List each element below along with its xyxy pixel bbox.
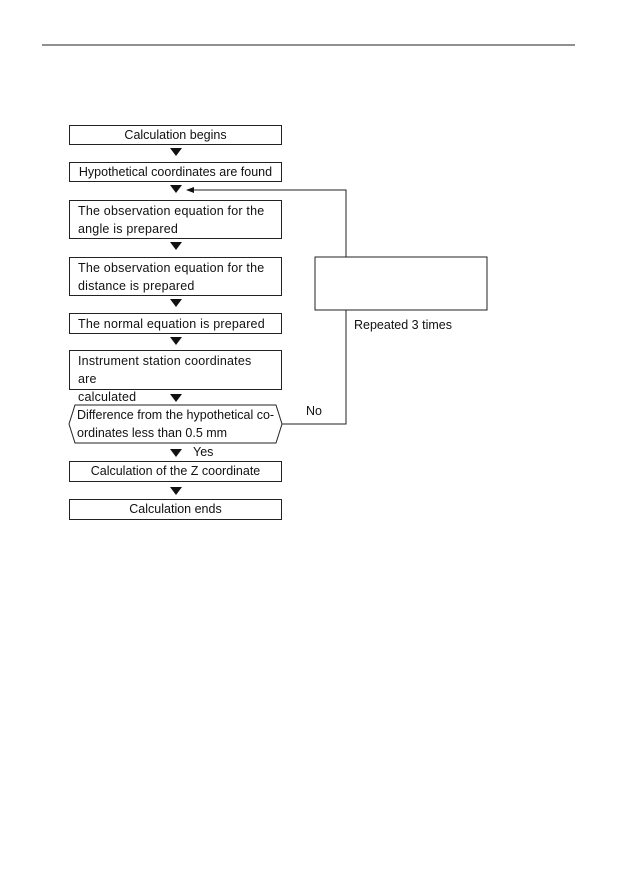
step-calculation-ends: Calculation ends: [69, 499, 282, 520]
yes-label: Yes: [193, 445, 214, 459]
step-distance-equation: The observation equation for the distanc…: [69, 257, 282, 296]
step-calculation-begins: Calculation begins: [69, 125, 282, 145]
arrow-down-icon: [170, 487, 182, 495]
loop-box: [314, 256, 488, 311]
decision-text: Difference from the hypothetical co- ord…: [77, 406, 277, 442]
step-angle-equation: The observation equation for the angle i…: [69, 200, 282, 239]
step-line: The observation equation for the: [78, 204, 265, 218]
manual-page: Calculation begins Hypothetical coordina…: [0, 0, 630, 893]
step-line: distance is prepared: [78, 279, 195, 293]
step-z-coordinate: Calculation of the Z coordinate: [69, 461, 282, 482]
arrow-down-icon: [170, 299, 182, 307]
step-line: Instrument station coordinates are: [78, 354, 252, 386]
step-hypothetical-coordinates: Hypothetical coordinates are found: [69, 162, 282, 182]
step-line: angle is prepared: [78, 222, 178, 236]
arrow-down-icon: [170, 337, 182, 345]
arrow-down-icon: [170, 242, 182, 250]
arrow-down-icon: [170, 185, 182, 193]
step-normal-equation: The normal equation is prepared: [69, 313, 282, 334]
arrow-left-icon: [186, 187, 194, 193]
loop-label: Repeated 3 times: [354, 318, 452, 332]
no-label: No: [306, 404, 322, 418]
arrow-down-icon: [170, 148, 182, 156]
arrow-down-icon: [170, 449, 182, 457]
decision-line: ordinates less than 0.5 mm: [77, 426, 228, 440]
step-line: calculated: [78, 390, 137, 404]
step-station-coordinates: Instrument station coordinates are calcu…: [69, 350, 282, 404]
step-line: The observation equation for the: [78, 261, 265, 275]
decision-line: Difference from the hypothetical co-: [77, 408, 275, 422]
